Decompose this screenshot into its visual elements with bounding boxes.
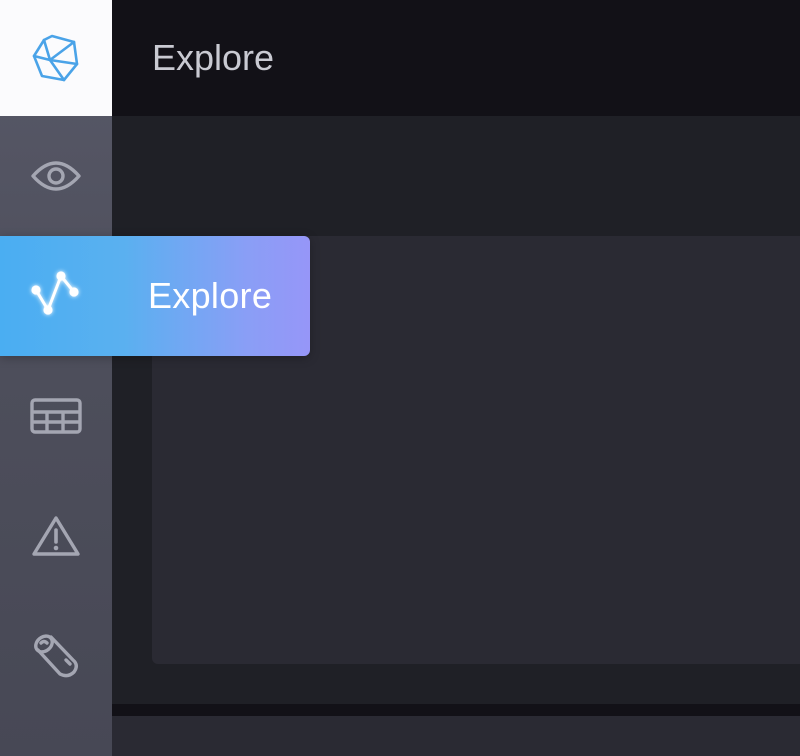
main-content: [112, 116, 800, 704]
sidebar-item-explore-label: Explore: [148, 275, 273, 316]
sidebar-item-alerts[interactable]: [0, 476, 112, 596]
sidebar-item-explore[interactable]: Explore: [0, 236, 310, 356]
sidebar-item-overview[interactable]: [0, 116, 112, 236]
explore-graph-icon: [31, 271, 79, 315]
app-window: Explore Explore: [0, 0, 800, 756]
polyhedron-logo-icon: [32, 34, 79, 82]
bottom-panel: [112, 716, 800, 756]
logo[interactable]: [0, 0, 112, 116]
page-title: Explore: [152, 37, 275, 78]
eye-icon: [31, 161, 81, 191]
sidebar: [0, 0, 112, 756]
divider: [112, 704, 800, 716]
header-bar: Explore: [112, 0, 800, 116]
sidebar-item-logs[interactable]: [0, 596, 112, 716]
warning-icon: [32, 516, 80, 556]
log-icon: [34, 634, 78, 678]
sidebar-item-tables[interactable]: [0, 356, 112, 476]
table-icon: [30, 398, 82, 434]
